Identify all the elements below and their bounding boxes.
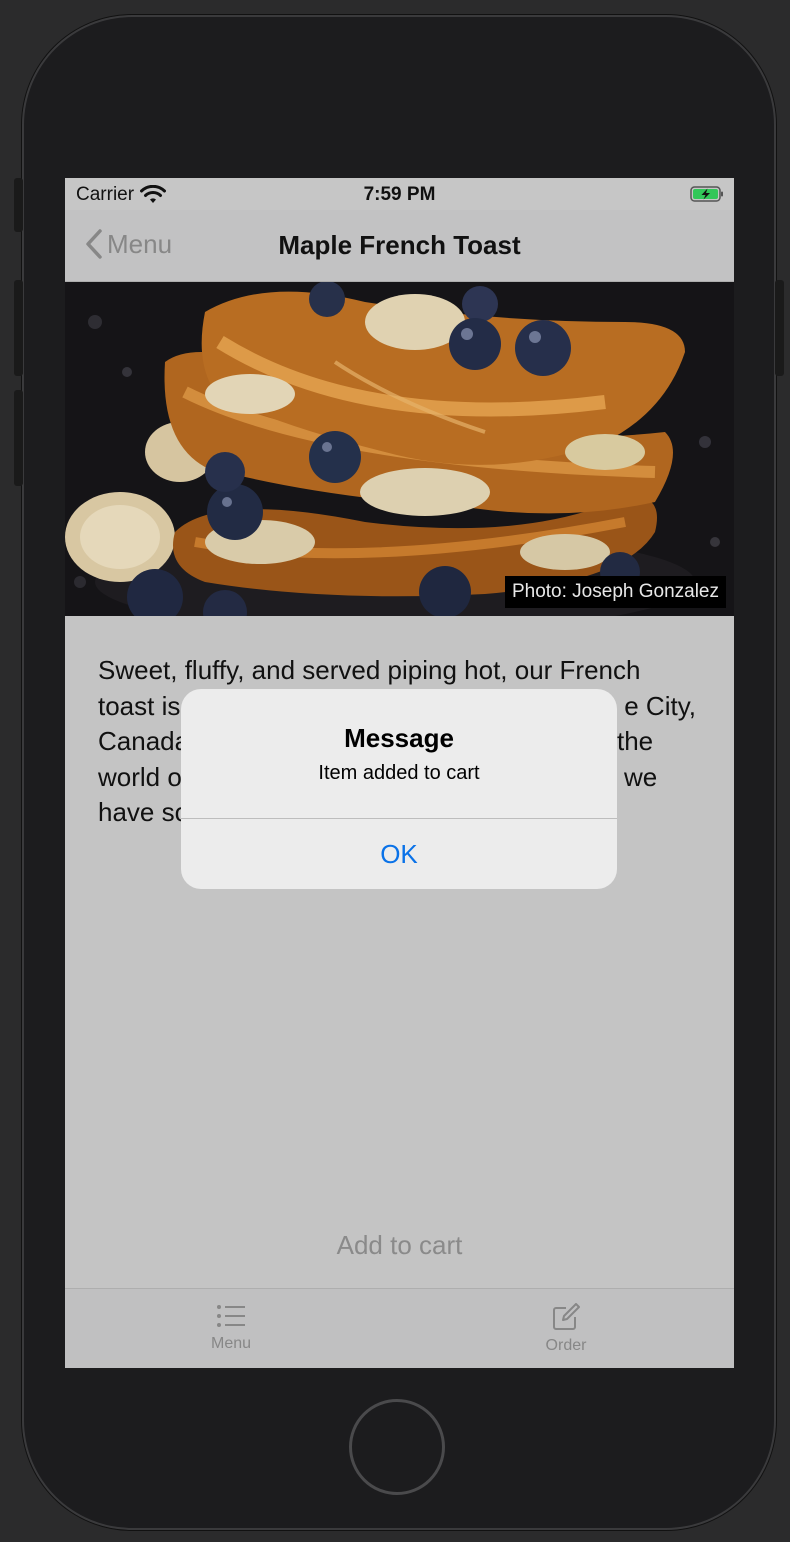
- dish-photo: Photo: Joseph Gonzalez: [65, 282, 734, 616]
- power-button: [775, 280, 784, 376]
- tab-bar: Menu Order: [65, 1288, 734, 1368]
- alert-title: Message: [344, 723, 454, 753]
- photo-credit: Photo: Joseph Gonzalez: [504, 576, 726, 608]
- alert-ok-button[interactable]: OK: [181, 819, 617, 889]
- alert-dialog: Message Item added to cart OK: [181, 689, 617, 889]
- navigation-bar: Menu Maple French Toast: [65, 210, 734, 282]
- compose-icon: [553, 1303, 580, 1330]
- volume-down-button: [14, 390, 23, 486]
- tab-menu-label: Menu: [210, 1335, 252, 1352]
- silent-switch: [14, 178, 23, 232]
- home-button[interactable]: [349, 1399, 445, 1495]
- status-time: 7:59 PM: [363, 184, 436, 205]
- page-title: Maple French Toast: [278, 230, 521, 260]
- add-to-cart-button[interactable]: Add to cart: [65, 1230, 734, 1261]
- volume-up-button: [14, 280, 23, 376]
- french-toast-image: [65, 282, 734, 616]
- tab-menu[interactable]: Menu: [171, 1303, 291, 1353]
- list-icon: [217, 1305, 245, 1327]
- tab-order[interactable]: Order: [506, 1303, 626, 1355]
- description-line-1: Sweet, fluffy, and served piping hot, ou…: [98, 655, 641, 685]
- battery-charging-icon: [690, 186, 723, 202]
- tab-order-label: Order: [545, 1337, 587, 1354]
- status-bar: Carrier 7:59 PM: [65, 178, 734, 210]
- alert-message: Item added to cart: [318, 762, 480, 784]
